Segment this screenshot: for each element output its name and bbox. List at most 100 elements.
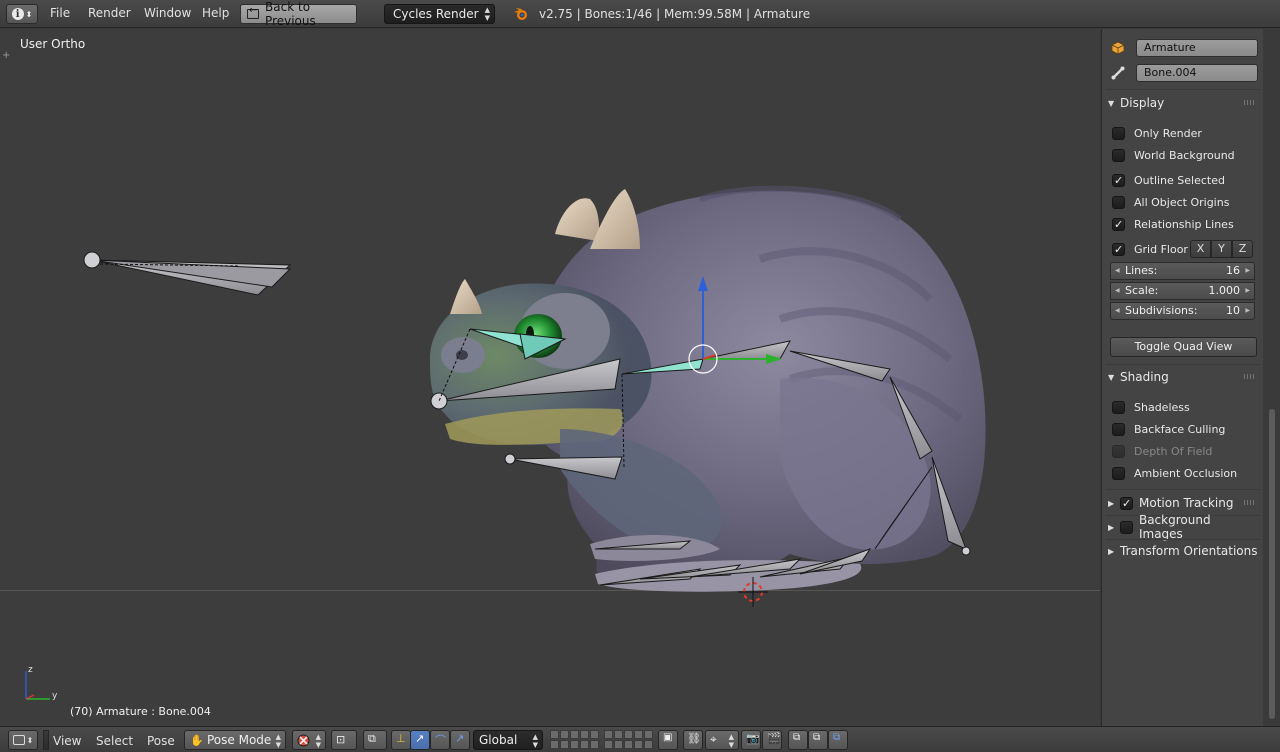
grid-axis-z-toggle[interactable]: Z xyxy=(1232,240,1253,258)
increment-arrow-icon[interactable]: ▶ xyxy=(1245,283,1250,299)
viewport-shading-select[interactable]: ▲ ▼ xyxy=(292,730,326,750)
grid-lines-field[interactable]: ◀ Lines: 16 ▶ xyxy=(1110,262,1255,280)
layer-button[interactable] xyxy=(550,740,559,749)
object-name-field[interactable]: Armature xyxy=(1136,38,1258,57)
layer-button[interactable] xyxy=(634,740,643,749)
layer-button[interactable] xyxy=(614,740,623,749)
render-still-button[interactable]: 📷 xyxy=(741,730,761,750)
backface-culling-label: Backface Culling xyxy=(1134,422,1226,436)
checkbox-box[interactable] xyxy=(1112,148,1125,162)
checkbox-box[interactable] xyxy=(1112,195,1125,209)
arc-manipulator-button[interactable]: ⌒ xyxy=(430,730,450,750)
checkbox-box[interactable] xyxy=(1112,242,1125,256)
pivot-point-select[interactable]: ⊡ xyxy=(331,730,357,750)
menu-file[interactable]: File xyxy=(50,6,70,20)
decrement-arrow-icon[interactable]: ◀ xyxy=(1115,283,1120,299)
shadeless-checkbox[interactable]: Shadeless xyxy=(1112,399,1190,415)
decrement-arrow-icon[interactable]: ◀ xyxy=(1115,263,1120,279)
layer-button[interactable] xyxy=(624,740,633,749)
editor-type-button[interactable]: i ⬍ xyxy=(6,4,38,24)
menu-render[interactable]: Render xyxy=(88,6,131,20)
grid-subdivisions-field[interactable]: ◀ Subdivisions: 10 ▶ xyxy=(1110,302,1255,320)
layer-button[interactable] xyxy=(570,730,579,739)
grid-floor-checkbox[interactable]: Grid Floor xyxy=(1112,241,1188,257)
menu-window[interactable]: Window xyxy=(144,6,191,20)
layer-button[interactable] xyxy=(604,740,613,749)
grid-scale-field[interactable]: ◀ Scale: 1.000 ▶ xyxy=(1110,282,1255,300)
backface-culling-checkbox[interactable]: Backface Culling xyxy=(1112,421,1225,437)
snap-element-select[interactable]: ⌖ ▲ ▼ xyxy=(705,730,739,750)
motion-tracking-checkbox[interactable] xyxy=(1120,496,1133,510)
layer-button[interactable] xyxy=(644,730,653,739)
all-object-origins-checkbox[interactable]: All Object Origins xyxy=(1112,194,1229,210)
layer-button[interactable] xyxy=(570,740,579,749)
menu-view[interactable]: View xyxy=(53,734,81,748)
editor-type-button[interactable]: ⬍ xyxy=(8,730,38,750)
layer-button[interactable] xyxy=(634,730,643,739)
checkbox-box[interactable] xyxy=(1112,173,1125,187)
layer-button[interactable] xyxy=(590,730,599,739)
layer-button[interactable] xyxy=(614,730,623,739)
checkbox-box[interactable] xyxy=(1112,422,1125,436)
lock-layers-button[interactable]: ▣ xyxy=(658,730,678,750)
render-engine-select[interactable]: Cycles Render ▲ ▼ xyxy=(384,4,495,24)
layer-button[interactable] xyxy=(590,740,599,749)
layer-button[interactable] xyxy=(624,730,633,739)
interaction-mode-select[interactable]: ✋ Pose Mode ▲ ▼ xyxy=(184,730,286,750)
copy-pose-button[interactable]: ⧉ xyxy=(788,730,808,750)
layer-button[interactable] xyxy=(560,740,569,749)
menu-help[interactable]: Help xyxy=(202,6,229,20)
motion-tracking-panel-header[interactable]: ▶ Motion Tracking xyxy=(1108,494,1258,512)
layer-button[interactable] xyxy=(580,740,589,749)
drag-grip-icon[interactable] xyxy=(1244,374,1256,379)
header-collapse-toggle[interactable] xyxy=(43,730,49,750)
ambient-occlusion-checkbox[interactable]: Ambient Occlusion xyxy=(1112,465,1237,481)
layer-buttons-group-2[interactable] xyxy=(604,730,653,750)
menu-select[interactable]: Select xyxy=(96,734,133,748)
transform-orientations-panel-header[interactable]: ▶ Transform Orientations xyxy=(1108,542,1258,560)
rotate-manipulator-button[interactable]: ↗ xyxy=(410,730,430,750)
display-panel-header[interactable]: ▼ Display xyxy=(1108,94,1258,112)
checkbox-box[interactable] xyxy=(1112,126,1125,140)
paste-flipped-pose-button[interactable]: ⧉ xyxy=(828,730,848,750)
panel-scrollbar[interactable] xyxy=(1264,29,1280,726)
translate-manipulator-button[interactable]: ⊥ xyxy=(391,730,411,750)
render-animation-button[interactable]: 🎬 xyxy=(762,730,782,750)
menu-pose[interactable]: Pose xyxy=(147,734,175,748)
arc-icon: ⌒ xyxy=(435,734,446,747)
grid-axis-y-toggle[interactable]: Y xyxy=(1211,240,1232,258)
background-images-panel-header[interactable]: ▶ Background Images xyxy=(1108,513,1258,541)
transform-orientation-select[interactable]: Global ▲ ▼ xyxy=(473,730,543,750)
drag-grip-icon[interactable] xyxy=(1244,500,1256,505)
auto-ik-toggle[interactable]: ⛓ xyxy=(683,730,703,750)
layer-buttons-group-1[interactable] xyxy=(550,730,599,750)
checkbox-box[interactable] xyxy=(1112,400,1125,414)
paste-pose-button[interactable]: ⧉ xyxy=(808,730,828,750)
layer-button[interactable] xyxy=(550,730,559,739)
outline-selected-checkbox[interactable]: Outline Selected xyxy=(1112,172,1225,188)
layer-button[interactable] xyxy=(604,730,613,739)
3d-viewport[interactable]: User Ortho + z y (70) Armature: Bone.00… xyxy=(0,29,1100,726)
scale-manipulator-button[interactable]: ↗ xyxy=(450,730,470,750)
checkbox-box[interactable] xyxy=(1112,217,1125,231)
layer-button[interactable] xyxy=(560,730,569,739)
scrollbar-thumb[interactable] xyxy=(1269,409,1275,719)
decrement-arrow-icon[interactable]: ◀ xyxy=(1115,303,1120,319)
layer-button[interactable] xyxy=(644,740,653,749)
shading-panel-header[interactable]: ▼ Shading xyxy=(1108,368,1258,386)
increment-arrow-icon[interactable]: ▶ xyxy=(1245,263,1250,279)
increment-arrow-icon[interactable]: ▶ xyxy=(1245,303,1250,319)
only-render-checkbox[interactable]: Only Render xyxy=(1112,125,1202,141)
relationship-lines-checkbox[interactable]: Relationship Lines xyxy=(1112,216,1234,232)
manipulator-toggle[interactable]: ⧉ xyxy=(363,730,387,750)
bone-name-field[interactable]: Bone.004 xyxy=(1136,63,1258,82)
checkbox-box[interactable] xyxy=(1112,466,1125,480)
background-images-checkbox[interactable] xyxy=(1119,520,1133,534)
world-background-checkbox[interactable]: World Background xyxy=(1112,147,1235,163)
toggle-quad-view-button[interactable]: Toggle Quad View xyxy=(1110,337,1257,357)
drag-grip-icon[interactable] xyxy=(1244,100,1256,105)
grid-axis-x-toggle[interactable]: X xyxy=(1190,240,1211,258)
back-to-previous-button[interactable]: Back to Previous xyxy=(240,0,357,28)
info-icon: i xyxy=(11,8,24,20)
layer-button[interactable] xyxy=(580,730,589,739)
